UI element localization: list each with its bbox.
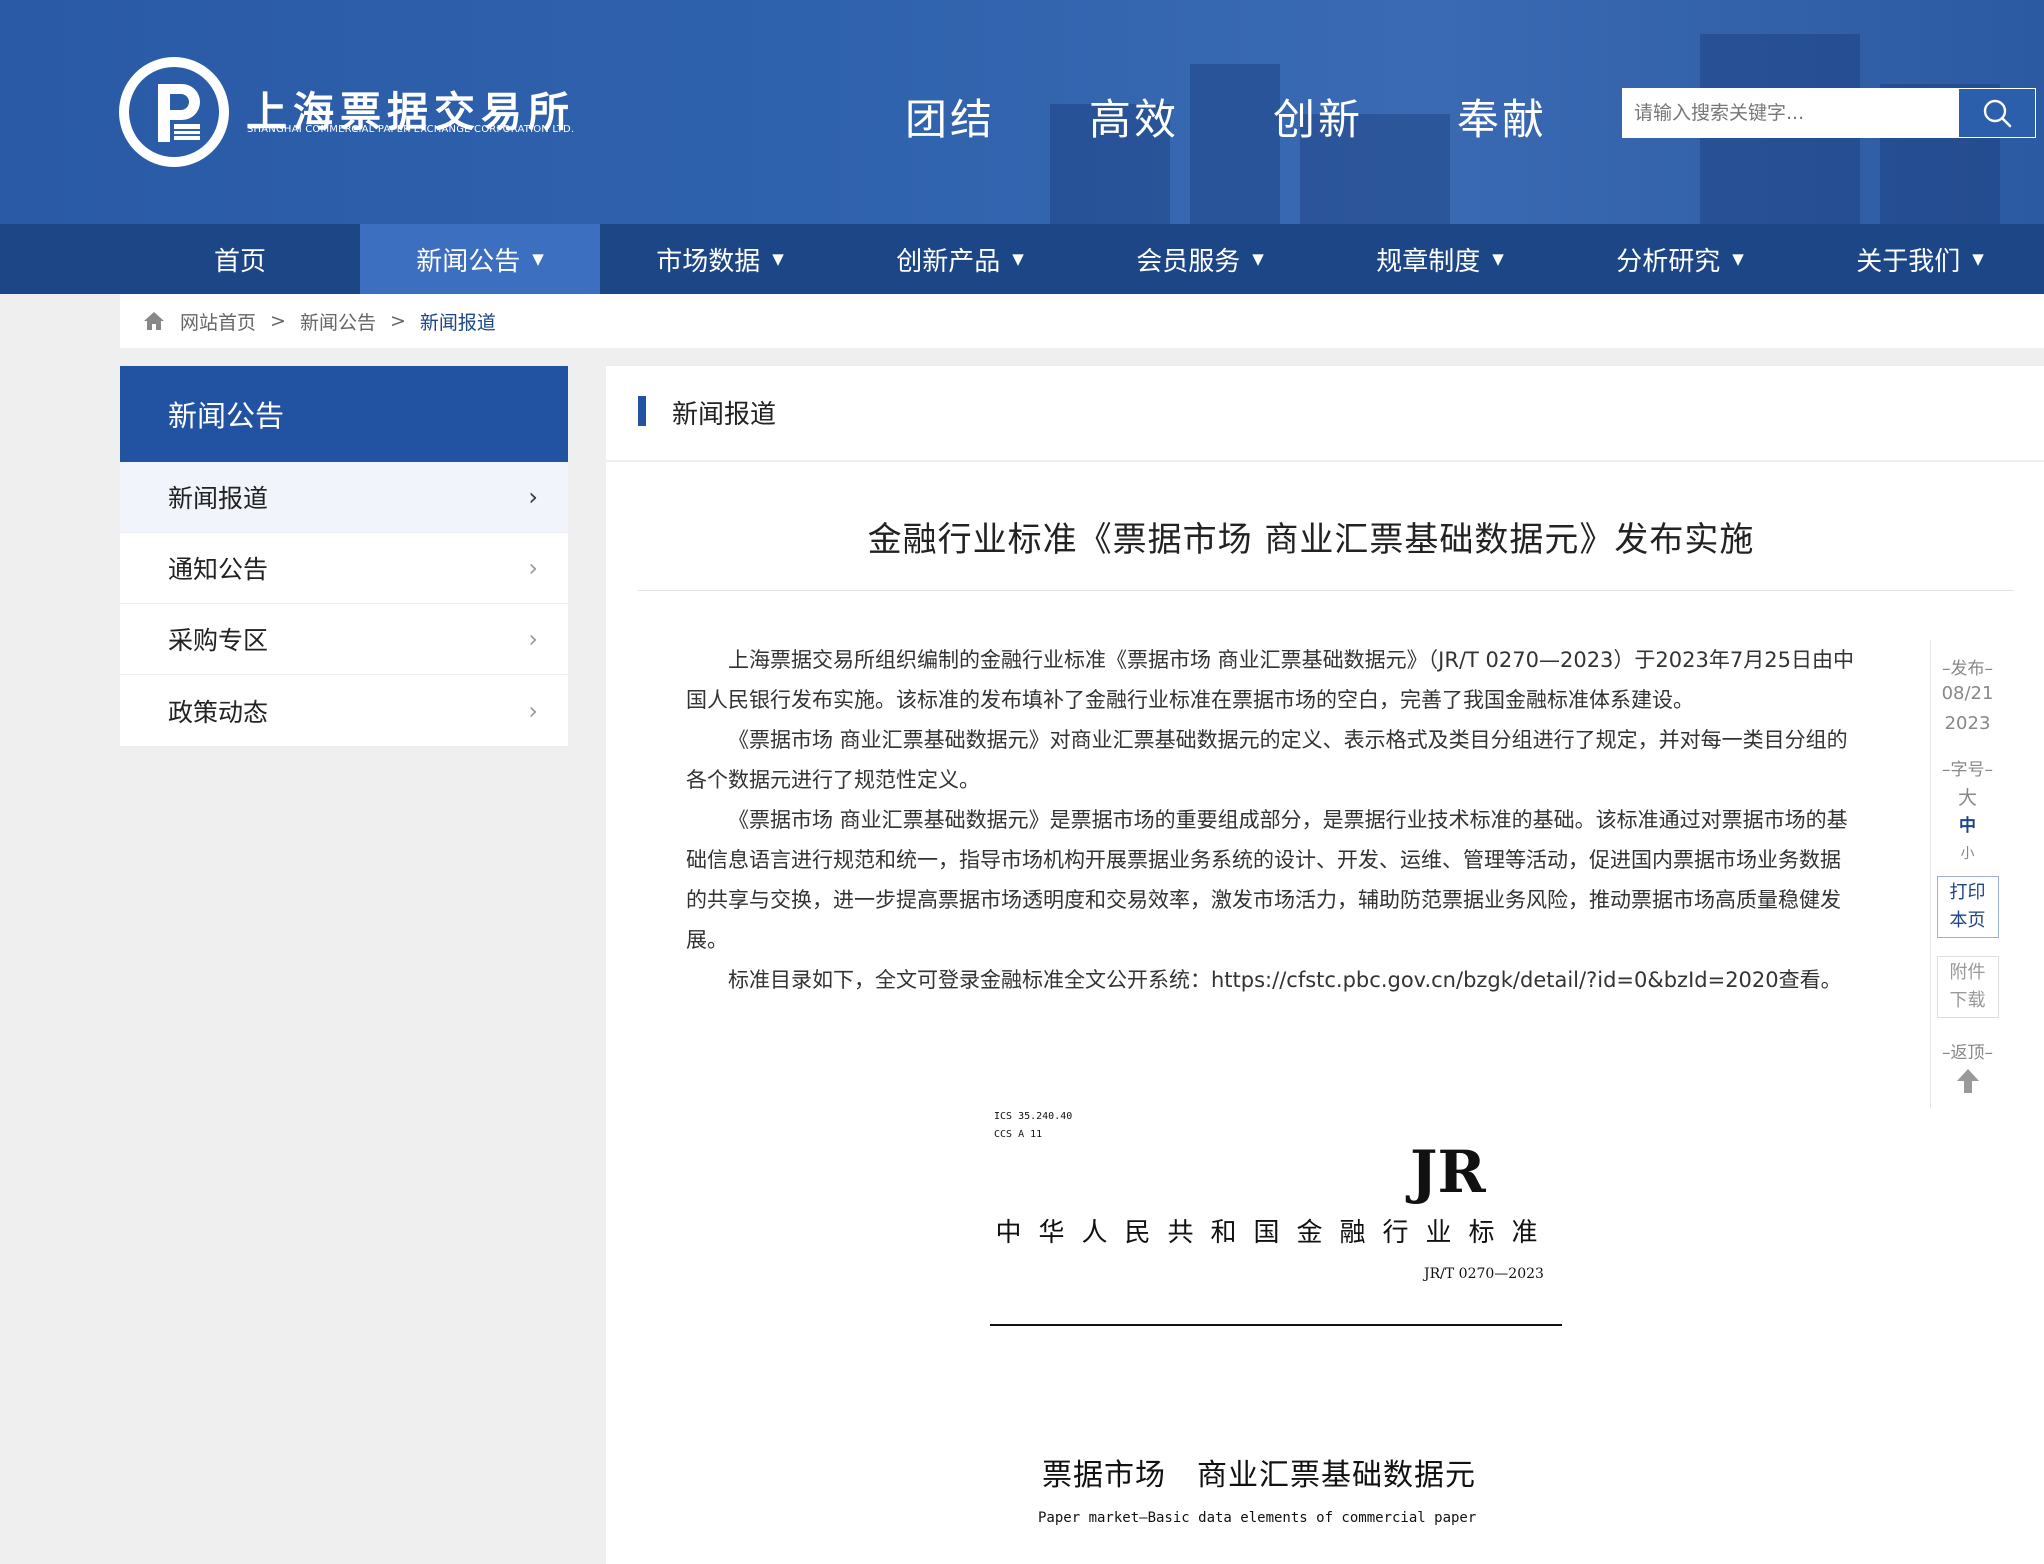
font-size-medium[interactable]: 中 [1931, 812, 2004, 840]
sidebar-menu: 新闻报道 › 通知公告 › 采购专区 › 政策动态 › [120, 462, 568, 746]
doc-standard-name-en: Paper market—Basic data elements of comm… [1038, 1510, 1477, 1526]
caret-down-icon: ▼ [1732, 250, 1744, 268]
article-paragraph: 上海票据交易所组织编制的金融行业标准《票据市场 商业汇票基础数据元》（JR/T … [686, 648, 1854, 712]
breadcrumb-news[interactable]: 新闻公告 [300, 308, 376, 335]
site-header: 上海票据交易所 SHANGHAI COMMERCIAL PAPER EXCHAN… [0, 0, 2044, 224]
nav-item-regulations[interactable]: 规章制度 ▼ [1320, 224, 1560, 294]
breadcrumb-separator: > [270, 310, 286, 332]
caret-down-icon: ▼ [772, 250, 784, 268]
nav-item-label: 分析研究 [1616, 246, 1721, 277]
print-label: 打印 [1949, 882, 1986, 903]
article-paragraph: 标准目录如下，全文可登录金融标准全文公开系统：https://cfstc.pbc… [728, 968, 1842, 992]
nav-item-research[interactable]: 分析研究 ▼ [1560, 224, 1800, 294]
nav-item-about[interactable]: 关于我们 ▼ [1800, 224, 2040, 294]
nav-item-label: 市场数据 [656, 246, 761, 277]
font-size-large[interactable]: 大 [1931, 784, 2004, 812]
breadcrumb: 网站首页 > 新闻公告 > 新闻报道 [120, 294, 2044, 348]
search-icon [1983, 99, 2012, 128]
search-input[interactable] [1622, 88, 1958, 138]
doc-standard-name: 票据市场 商业汇票基础数据元 [1042, 1458, 1476, 1493]
section-header: 新闻报道 [606, 366, 2044, 460]
sidebar-item-label: 新闻报道 [168, 484, 269, 513]
nav-item-news[interactable]: 新闻公告 ▼ [360, 224, 600, 294]
caret-down-icon: ▼ [1492, 250, 1504, 268]
chevron-right-icon: › [528, 625, 538, 653]
nav-item-label: 创新产品 [896, 246, 1001, 277]
slogan: 奉献 [1457, 95, 1548, 144]
caret-down-icon: ▼ [532, 250, 544, 268]
attachment-label: 下载 [1949, 990, 1986, 1011]
caret-down-icon: ▼ [1972, 250, 1984, 268]
caret-down-icon: ▼ [1252, 250, 1264, 268]
sidebar-item-label: 通知公告 [168, 555, 269, 584]
standard-cover-image: ICS 35.240.40 CCS A 11 JR 中华人民共和国金融行业标准 … [990, 1100, 1562, 1564]
arrow-up-icon [1956, 1069, 1979, 1093]
publish-label: –发布– [1942, 659, 1993, 679]
caret-down-icon: ▼ [1012, 250, 1024, 268]
nav-item-label: 会员服务 [1136, 246, 1241, 277]
sidebar-item-policy[interactable]: 政策动态 › [120, 675, 568, 746]
nav-item-label: 首页 [213, 246, 266, 277]
attachment-download-button[interactable]: 附件 下载 [1936, 956, 1999, 1018]
article-tools: –发布– 08/21 2023 –字号– 大 中 小 打印 本页 附件 下载 –… [1930, 640, 2004, 1108]
breadcrumb-current[interactable]: 新闻报道 [420, 308, 496, 335]
sidebar-item-procurement[interactable]: 采购专区 › [120, 604, 568, 675]
back-to-top-arrow[interactable] [1931, 1067, 2004, 1099]
attachment-label: 附件 [1949, 962, 1986, 983]
slogan: 高效 [1089, 95, 1180, 144]
article-paragraph: 《票据市场 商业汇票基础数据元》是票据市场的重要组成部分，是票据行业技术标准的基… [686, 808, 1848, 952]
doc-ics-code: ICS 35.240.40 CCS A 11 [994, 1108, 1072, 1144]
nav-item-label: 新闻公告 [416, 246, 521, 277]
section-accent-bar [638, 396, 646, 426]
back-to-top-button[interactable]: –返顶– [1931, 1038, 2004, 1063]
slogan: 团结 [905, 95, 996, 144]
article-title: 金融行业标准《票据市场 商业汇票基础数据元》发布实施 [867, 520, 1755, 560]
nav-item-label: 规章制度 [1376, 246, 1481, 277]
nav-item-products[interactable]: 创新产品 ▼ [840, 224, 1080, 294]
breadcrumb-separator: > [389, 310, 406, 332]
jr-logo: JR [1410, 1138, 1486, 1206]
nav-item-member-services[interactable]: 会员服务 ▼ [1080, 224, 1320, 294]
header-slogans: 团结 高效 创新 奉献 [905, 86, 1547, 147]
home-icon [144, 312, 164, 330]
chevron-right-icon: › [528, 483, 538, 511]
section-title: 新闻报道 [672, 400, 777, 430]
font-size-small[interactable]: 小 [1931, 840, 2004, 868]
nav-item-market-data[interactable]: 市场数据 ▼ [600, 224, 840, 294]
search-button[interactable] [1958, 88, 2036, 138]
sidebar-title: 新闻公告 [120, 366, 568, 462]
article-body: 上海票据交易所组织编制的金融行业标准《票据市场 商业汇票基础数据元》（JR/T … [686, 640, 1856, 1000]
publish-year: 2023 [1944, 713, 1991, 734]
print-label: 本页 [1949, 910, 1986, 931]
sidebar-item-label: 政策动态 [168, 697, 269, 727]
nav-item-label: 关于我们 [1856, 246, 1961, 277]
doc-ics: ICS 35.240.40 [994, 1111, 1073, 1122]
logo-english-name[interactable]: SHANGHAI COMMERCIAL PAPER EXCHANGE CORPO… [247, 124, 574, 135]
doc-divider [990, 1324, 1562, 1326]
font-size-label: –字号– [1942, 760, 1993, 780]
slogan: 创新 [1273, 95, 1364, 144]
exchange-logo-icon[interactable] [118, 56, 230, 168]
print-button[interactable]: 打印 本页 [1936, 876, 1999, 938]
sidebar-item-label: 采购专区 [168, 626, 269, 655]
chevron-right-icon: › [528, 696, 538, 725]
sidebar-item-news-reports[interactable]: 新闻报道 › [120, 462, 568, 533]
main-navigation: 首页 新闻公告 ▼ 市场数据 ▼ 创新产品 ▼ 会员服务 ▼ 规章制度 ▼ 分析研究 ▼ 关… [0, 224, 2044, 294]
chevron-right-icon: › [528, 554, 538, 582]
article-paragraph: 《票据市场 商业汇票基础数据元》对商业汇票基础数据元的定义、表示格式及类目分组进… [686, 728, 1848, 792]
nav-item-home[interactable]: 首页 [120, 224, 360, 294]
sidebar-item-notices[interactable]: 通知公告 › [120, 533, 568, 604]
publish-date: 08/21 [1941, 683, 1994, 704]
doc-standard-code: JR/T 0270—2023 [1424, 1266, 1544, 1282]
breadcrumb-home[interactable]: 网站首页 [180, 308, 256, 335]
doc-ccs: CCS A 11 [994, 1129, 1043, 1140]
doc-standard-type: 中华人民共和国金融行业标准 [995, 1218, 1555, 1248]
title-divider [638, 590, 2014, 591]
